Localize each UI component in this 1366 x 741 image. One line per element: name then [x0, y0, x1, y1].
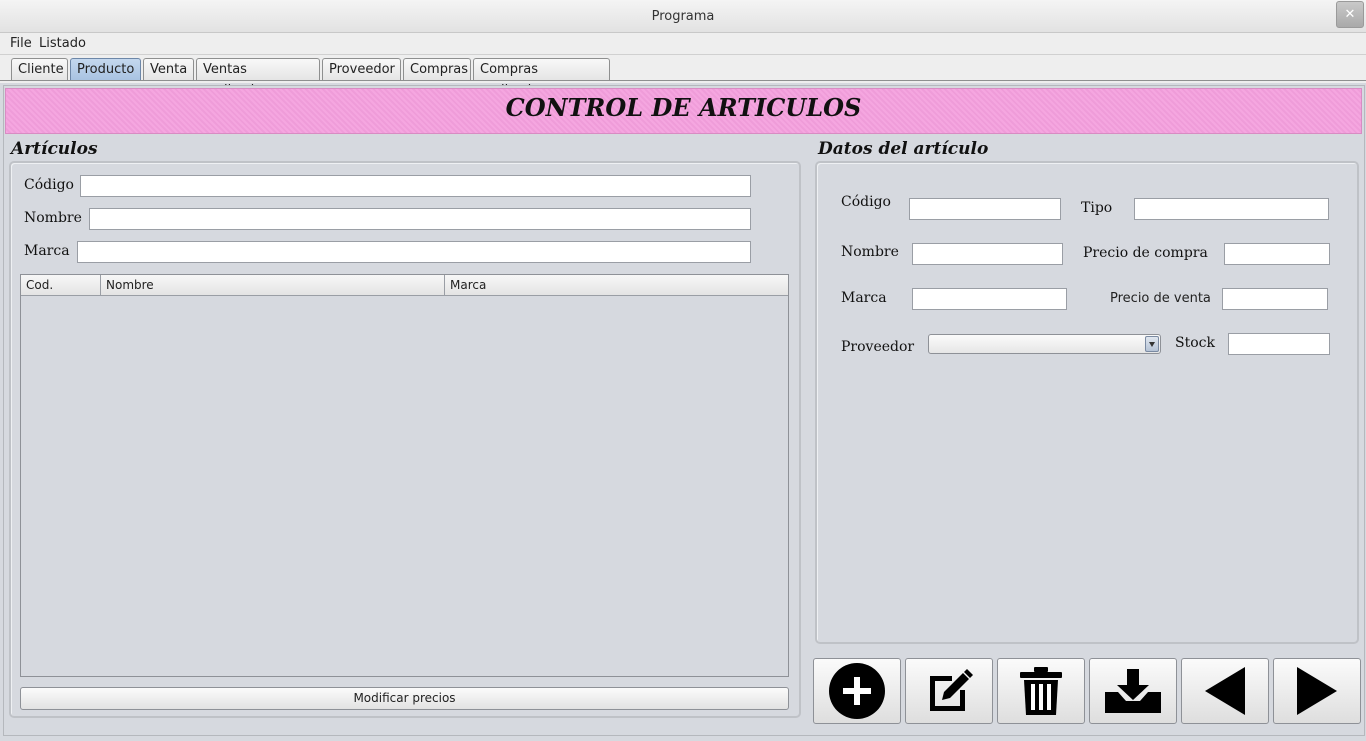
- precio-venta-label: Precio de venta: [1110, 291, 1211, 306]
- column-header-cod[interactable]: Cod.: [21, 275, 101, 295]
- tab-venta[interactable]: Venta: [143, 58, 194, 81]
- precio-venta-input[interactable]: [1222, 288, 1328, 310]
- tab-compras[interactable]: Compras: [403, 58, 471, 81]
- proveedor-label: Proveedor: [841, 339, 915, 355]
- nombre-filter-label: Nombre: [24, 210, 82, 226]
- download-tray-icon: [1105, 669, 1161, 713]
- add-circle-icon: [829, 663, 885, 719]
- save-button[interactable]: [1089, 658, 1177, 724]
- marca-input[interactable]: [912, 288, 1067, 310]
- window-title: Programa: [651, 9, 715, 24]
- stock-input[interactable]: [1228, 333, 1330, 355]
- proveedor-select[interactable]: [928, 334, 1161, 354]
- arrow-right-icon: [1297, 667, 1337, 715]
- header-banner: CONTROL DE ARTICULOS: [5, 88, 1362, 134]
- menu-listado[interactable]: Listado: [39, 36, 86, 51]
- codigo-filter-input[interactable]: [80, 175, 751, 197]
- edit-icon: [930, 669, 973, 711]
- next-button[interactable]: [1273, 658, 1361, 724]
- codigo-label: Código: [841, 194, 891, 210]
- tab-divider: [0, 80, 1366, 83]
- nombre-input[interactable]: [912, 243, 1063, 265]
- modificar-precios-button[interactable]: Modificar precios: [20, 687, 789, 710]
- codigo-filter-label: Código: [24, 177, 74, 193]
- window-titlebar: Programa ✕: [0, 0, 1366, 33]
- column-header-marca[interactable]: Marca: [445, 275, 788, 295]
- tab-ventas-realizadas[interactable]: Ventas realizadas: [196, 58, 320, 98]
- nombre-label: Nombre: [841, 244, 899, 260]
- chevron-down-icon[interactable]: [1145, 336, 1159, 352]
- tipo-input[interactable]: [1134, 198, 1329, 220]
- banner-title: CONTROL DE ARTICULOS: [505, 93, 862, 122]
- trash-icon: [1020, 667, 1062, 715]
- tab-cliente[interactable]: Cliente: [11, 58, 68, 81]
- menubar: File Listado: [0, 33, 1366, 55]
- marca-filter-input[interactable]: [77, 241, 751, 263]
- tab-strip: Cliente Producto Venta Ventas realizadas…: [0, 55, 1366, 98]
- delete-button[interactable]: [997, 658, 1085, 724]
- close-window-button[interactable]: ✕: [1336, 1, 1364, 28]
- column-header-nombre[interactable]: Nombre: [101, 275, 445, 295]
- marca-filter-label: Marca: [24, 243, 70, 259]
- datos-title: Datos del artículo: [818, 139, 989, 159]
- add-button[interactable]: [813, 658, 901, 724]
- tipo-label: Tipo: [1081, 200, 1113, 216]
- tab-producto[interactable]: Producto: [70, 58, 141, 81]
- articulos-table[interactable]: Cod. Nombre Marca: [20, 274, 789, 677]
- codigo-input[interactable]: [909, 198, 1061, 220]
- precio-compra-label: Precio de compra: [1083, 245, 1208, 261]
- close-icon: ✕: [1344, 7, 1356, 22]
- previous-button[interactable]: [1181, 658, 1269, 724]
- articulos-title: Artículos: [11, 139, 98, 159]
- tab-proveedor[interactable]: Proveedor: [322, 58, 401, 81]
- tab-compras-realizadas[interactable]: Compras realizadas: [473, 58, 610, 98]
- edit-button[interactable]: [905, 658, 993, 724]
- table-header: Cod. Nombre Marca: [21, 275, 788, 296]
- nombre-filter-input[interactable]: [89, 208, 751, 230]
- menu-file[interactable]: File: [10, 36, 32, 51]
- datos-group: [815, 161, 1359, 644]
- arrow-left-icon: [1205, 667, 1245, 715]
- precio-compra-input[interactable]: [1224, 243, 1330, 265]
- marca-label: Marca: [841, 290, 887, 306]
- stock-label: Stock: [1175, 335, 1215, 351]
